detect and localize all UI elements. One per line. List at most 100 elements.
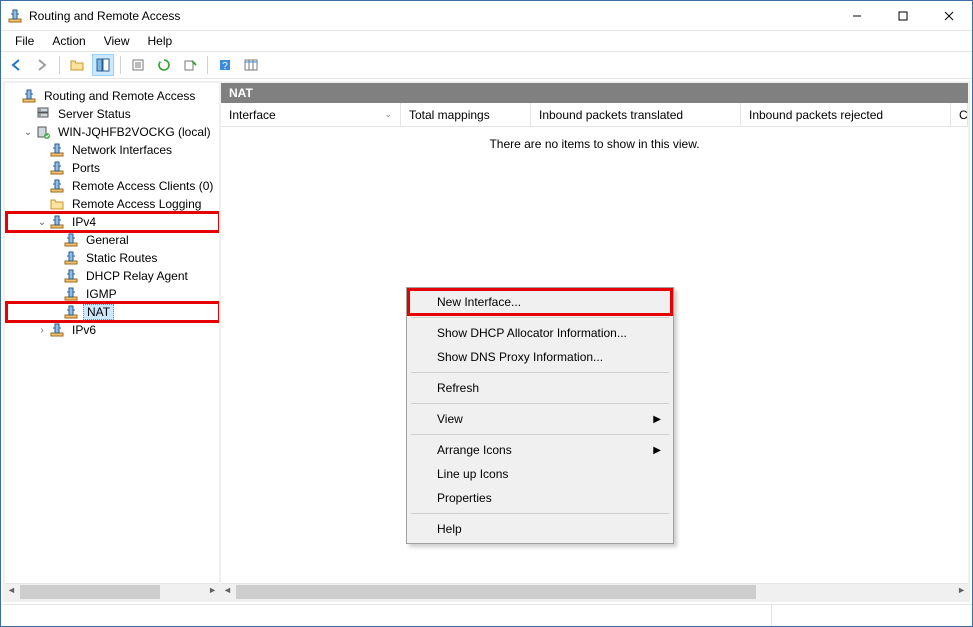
tree-label: IPv6	[69, 323, 99, 337]
tree-item-server-status[interactable]: Server Status	[7, 105, 219, 123]
rras-icon	[49, 214, 65, 230]
submenu-arrow-icon: ▶	[653, 445, 661, 456]
refresh-button[interactable]	[153, 54, 175, 76]
scrollbar-thumb[interactable]	[236, 585, 756, 599]
tree-item-remote-access-clients[interactable]: Remote Access Clients (0)	[7, 177, 219, 195]
tree-horizontal-scrollbar[interactable]	[5, 583, 219, 600]
ctx-separator	[411, 434, 669, 435]
tree-item-nat[interactable]: NAT	[7, 303, 219, 321]
ctx-refresh[interactable]: Refresh	[409, 376, 671, 400]
show-hide-tree-button[interactable]	[92, 54, 114, 76]
up-one-level-button[interactable]	[66, 54, 88, 76]
tree-label: IPv4	[69, 215, 99, 229]
tree-label: Server Status	[55, 107, 134, 121]
folder-icon	[49, 196, 65, 212]
tree-item-ports[interactable]: Ports	[7, 159, 219, 177]
rras-icon	[49, 178, 65, 194]
list-column-header: Interface ⌄ Total mappings Inbound packe…	[221, 103, 968, 127]
statusbar	[1, 604, 972, 626]
column-interface[interactable]: Interface ⌄	[221, 103, 401, 126]
tree-item-remote-access-logging[interactable]: Remote Access Logging	[7, 195, 219, 213]
expander-icon[interactable]: ⌄	[35, 217, 49, 228]
rras-icon	[63, 232, 79, 248]
rras-icon	[63, 250, 79, 266]
ctx-help[interactable]: Help	[409, 517, 671, 541]
expander-icon[interactable]: ⌄	[21, 127, 35, 138]
ctx-line-up-icons[interactable]: Line up Icons	[409, 462, 671, 486]
tree-label: Remote Access Logging	[69, 197, 204, 211]
ctx-arrange-icons[interactable]: Arrange Icons▶	[409, 438, 671, 462]
tree-label: Remote Access Clients (0)	[69, 179, 216, 193]
tree-label: General	[83, 233, 132, 247]
tree-item-igmp[interactable]: IGMP	[7, 285, 219, 303]
tree-label: Ports	[69, 161, 103, 175]
tree-label: NAT	[83, 304, 114, 320]
maximize-button[interactable]	[880, 1, 926, 31]
column-inbound-translated[interactable]: Inbound packets translated	[531, 103, 741, 126]
submenu-arrow-icon: ▶	[653, 414, 661, 425]
tree-pane: Routing and Remote Access Server Status …	[5, 83, 221, 600]
ctx-properties[interactable]: Properties	[409, 486, 671, 510]
column-inbound-rejected[interactable]: Inbound packets rejected	[741, 103, 951, 126]
details-header: NAT	[221, 83, 968, 103]
toolbar-separator	[120, 56, 121, 74]
tree-label: WIN-JQHFB2VOCKG (local)	[55, 125, 214, 139]
menu-file[interactable]: File	[7, 33, 42, 49]
toolbar-separator	[59, 56, 60, 74]
ctx-new-interface[interactable]: New Interface...	[409, 290, 671, 314]
details-header-title: NAT	[229, 86, 253, 100]
menu-help[interactable]: Help	[140, 33, 181, 49]
rras-icon	[49, 322, 65, 338]
rras-icon	[49, 160, 65, 176]
tree-label: DHCP Relay Agent	[83, 269, 191, 283]
toolbar-separator	[207, 56, 208, 74]
context-menu: New Interface... Show DHCP Allocator Inf…	[406, 287, 674, 544]
ctx-separator	[411, 317, 669, 318]
empty-list-message: There are no items to show in this view.	[221, 137, 968, 151]
ctx-view[interactable]: View▶	[409, 407, 671, 431]
statusbar-cell	[772, 605, 972, 626]
help-button[interactable]: ?	[214, 54, 236, 76]
svg-text:?: ?	[222, 61, 228, 72]
tree-item-static-routes[interactable]: Static Routes	[7, 249, 219, 267]
list-horizontal-scrollbar[interactable]	[221, 583, 968, 600]
close-button[interactable]	[926, 1, 972, 31]
add-remove-columns-button[interactable]	[240, 54, 262, 76]
server-icon	[35, 106, 51, 122]
menu-action[interactable]: Action	[44, 33, 93, 49]
titlebar: Routing and Remote Access	[1, 1, 972, 31]
tree-item-server[interactable]: ⌄ WIN-JQHFB2VOCKG (local)	[7, 123, 219, 141]
tree-label: IGMP	[83, 287, 120, 301]
tree-root[interactable]: Routing and Remote Access	[7, 87, 219, 105]
tree-body: Routing and Remote Access Server Status …	[5, 83, 219, 583]
expander-icon[interactable]: ›	[35, 325, 49, 336]
ctx-separator	[411, 403, 669, 404]
menu-view[interactable]: View	[96, 33, 138, 49]
tree-item-dhcp-relay[interactable]: DHCP Relay Agent	[7, 267, 219, 285]
ctx-show-dns-proxy[interactable]: Show DNS Proxy Information...	[409, 345, 671, 369]
ctx-separator	[411, 513, 669, 514]
back-button[interactable]	[5, 54, 27, 76]
tree-item-ipv6[interactable]: › IPv6	[7, 321, 219, 339]
column-total-mappings[interactable]: Total mappings	[401, 103, 531, 126]
tree-label: Static Routes	[83, 251, 160, 265]
scrollbar-thumb[interactable]	[20, 585, 160, 599]
tree-item-general[interactable]: General	[7, 231, 219, 249]
app-icon	[7, 8, 23, 24]
window: Routing and Remote Access File Action Vi…	[0, 0, 973, 627]
menubar: File Action View Help	[1, 31, 972, 51]
minimize-button[interactable]	[834, 1, 880, 31]
column-edge[interactable]: C	[951, 103, 968, 126]
export-list-button[interactable]	[179, 54, 201, 76]
properties-button[interactable]	[127, 54, 149, 76]
toolbar: ?	[1, 51, 972, 79]
ctx-separator	[411, 372, 669, 373]
forward-button[interactable]	[31, 54, 53, 76]
rras-icon	[63, 286, 79, 302]
routing-icon	[21, 88, 37, 104]
tree-label: Routing and Remote Access	[41, 89, 198, 103]
ctx-show-dhcp-allocator[interactable]: Show DHCP Allocator Information...	[409, 321, 671, 345]
tree-item-network-interfaces[interactable]: Network Interfaces	[7, 141, 219, 159]
tree-item-ipv4[interactable]: ⌄ IPv4	[7, 213, 219, 231]
statusbar-cell	[1, 605, 772, 626]
